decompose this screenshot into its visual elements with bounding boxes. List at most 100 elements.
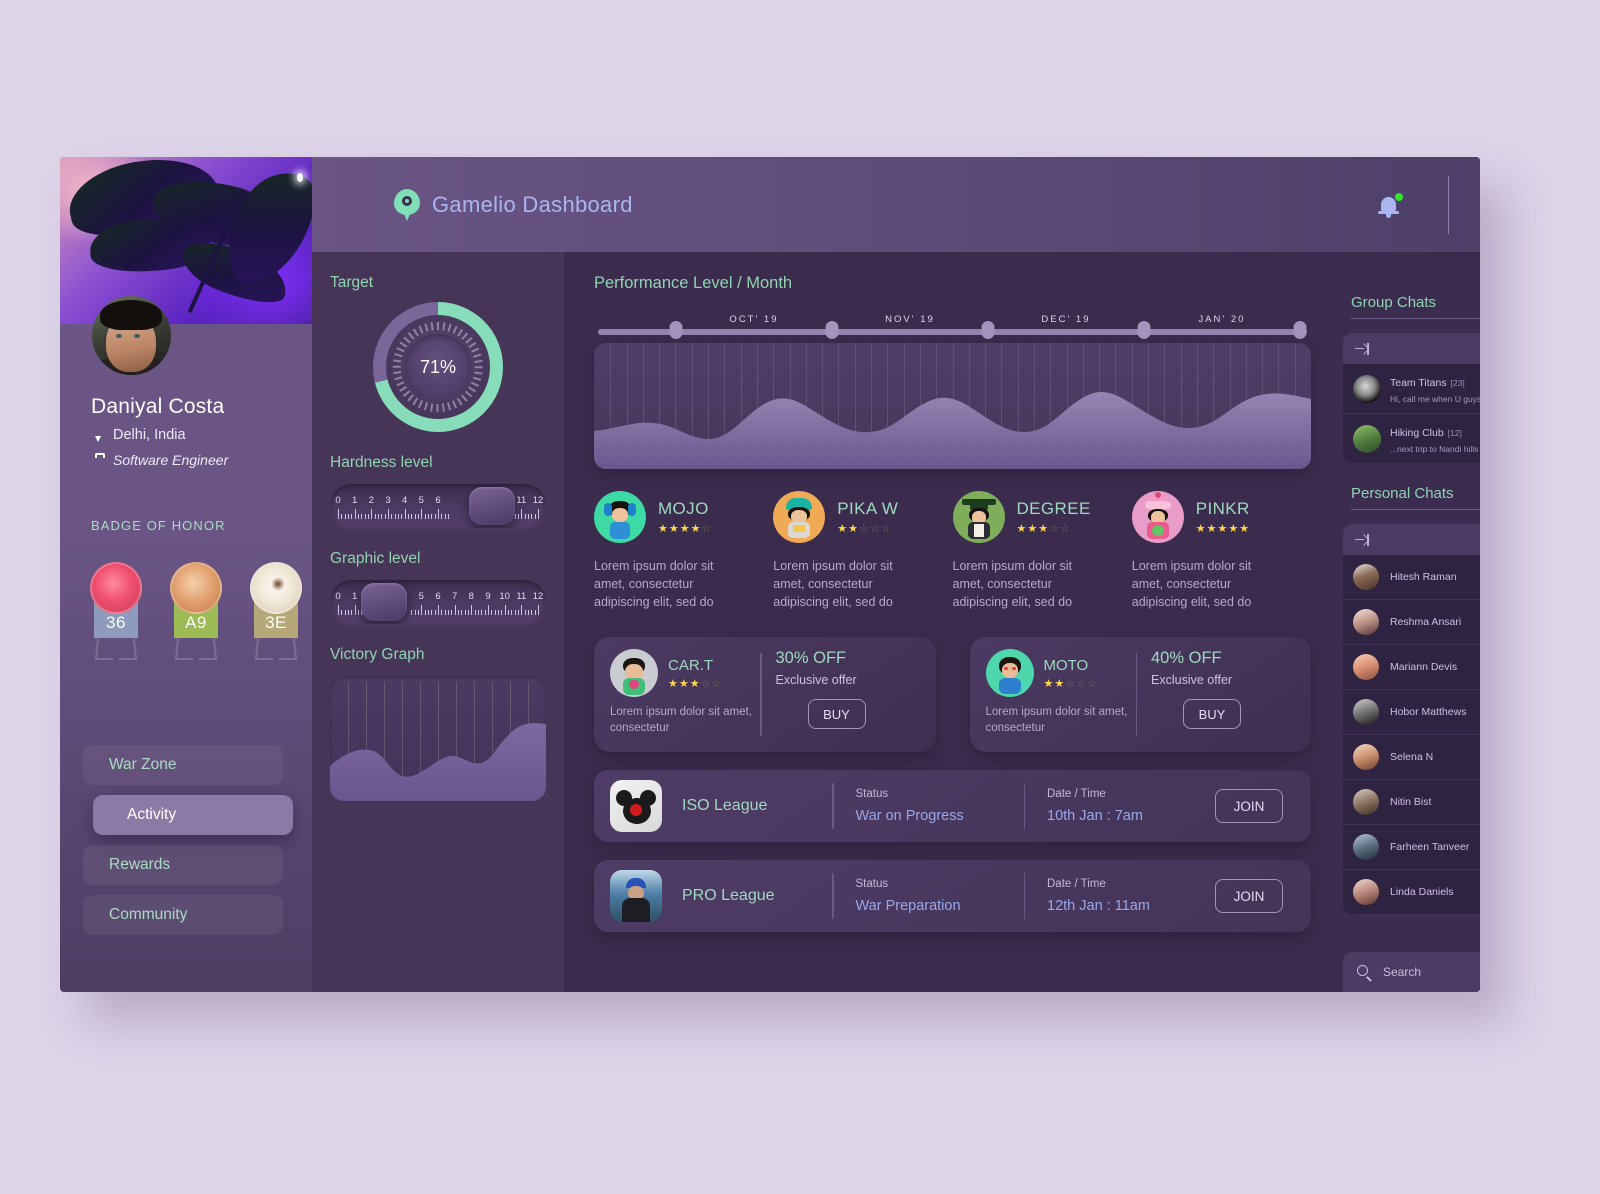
- league-date-value: 12th Jan : 11am: [1047, 898, 1150, 915]
- badge-flower-icon: [90, 562, 142, 614]
- character-name: PINKR: [1195, 499, 1250, 518]
- contact-avatar: [1353, 654, 1379, 680]
- group-chat-item[interactable]: Hiking Club [12] ...next trip to Nandi hil…: [1343, 414, 1480, 463]
- hardness-slider[interactable]: 0 1 2 3 4 5 6 11 12: [330, 484, 546, 528]
- league-status-value: War Preparation: [855, 898, 961, 915]
- avatar-hair: [100, 300, 162, 330]
- group-chat-name: Team Titans: [1390, 377, 1447, 389]
- character-header: MOJO ★★★★☆: [594, 491, 773, 543]
- buy-button[interactable]: BUY: [1183, 699, 1241, 730]
- contact-name: Reshma Ansari: [1390, 616, 1462, 628]
- sidebar-item-community[interactable]: Community: [83, 895, 283, 935]
- personal-chat-item[interactable]: Nitin Bist6:34: [1343, 780, 1480, 825]
- character-card[interactable]: MOJO ★★★★☆ Lorem ipsum dolor sit amet, con…: [594, 491, 773, 611]
- bell-icon: [1378, 197, 1399, 218]
- chat-search-box[interactable]: Search: [1343, 952, 1480, 992]
- notification-button[interactable]: [1374, 190, 1404, 220]
- slider-tick-label: 4: [402, 495, 408, 506]
- character-name: DEGREE: [1016, 499, 1091, 518]
- league-row-iso[interactable]: ISO League Status War on Progress Date /…: [594, 770, 1311, 843]
- slider-tick-label: 2: [368, 495, 374, 506]
- badge-flower-icon: [250, 562, 302, 614]
- slider-tick-label: 0: [335, 591, 341, 602]
- timeline-marker[interactable]: [981, 321, 995, 339]
- character-card[interactable]: PINKR ★★★★★ Lorem ipsum dolor sit amet, co…: [1131, 491, 1311, 611]
- contact-name: Farheen Tanveer: [1390, 841, 1470, 853]
- offer-deal: 40% OFF Exclusive offer BUY: [1151, 649, 1295, 740]
- performance-title: Performance Level / Month: [594, 274, 793, 292]
- character-card[interactable]: PIKA W ★★☆☆☆ Lorem ipsum dolor sit amet, c…: [773, 491, 952, 611]
- group-chat-text: Team Titans[23] Hi, call me when U guys s…: [1390, 373, 1480, 404]
- league-status: Status War on Progress: [834, 788, 1024, 824]
- chat-panel: Group Chats (2) Team Titans[23] Hi, call …: [1335, 272, 1480, 992]
- timeline-month-label: OCT' 19: [729, 314, 779, 325]
- badge-ribbon-tail: [174, 638, 218, 658]
- group-chat-item[interactable]: Team Titans[23] Hi, call me when U guys s…: [1343, 364, 1480, 414]
- offer-subtitle: Exclusive offer: [1151, 673, 1233, 688]
- timeline-marker[interactable]: [669, 321, 683, 339]
- buy-button[interactable]: BUY: [807, 699, 866, 730]
- contact-avatar: [1353, 789, 1379, 815]
- personal-chat-item[interactable]: Mariann Devis1:03: [1343, 645, 1480, 690]
- offer-card-moto[interactable]: MOTO ★★☆☆☆ Lorem ipsum dolor sit amet, c…: [969, 637, 1311, 753]
- top-bar-actions: [1374, 175, 1481, 234]
- collapse-arrow-icon[interactable]: [1355, 533, 1369, 546]
- notification-badge-dot: [1394, 192, 1403, 201]
- divider: [1135, 653, 1137, 737]
- league-status: Status War Preparation: [834, 878, 1024, 914]
- offer-name-block: MOTO ★★☆☆☆: [1044, 657, 1098, 690]
- join-button[interactable]: JOIN: [1215, 789, 1283, 824]
- timeline-marker[interactable]: [1137, 321, 1151, 339]
- league-status-label: Status: [855, 878, 889, 891]
- content-row: Target 71% Hardness level 0 1 2 3 4 5 6 11 12: [312, 252, 1480, 992]
- character-card[interactable]: DEGREE ★★★☆☆ Lorem ipsum dolor sit amet, c…: [952, 491, 1132, 611]
- character-rating-stars: ★★★★☆: [658, 523, 713, 535]
- character-header: DEGREE ★★★☆☆: [952, 491, 1132, 543]
- hardness-slider-knob[interactable]: [469, 487, 515, 525]
- league-row-pro[interactable]: PRO League Status War Preparation Date /…: [594, 860, 1311, 933]
- profile-role-text: Software Engineer: [113, 452, 229, 468]
- slider-tick-label: 0: [335, 495, 341, 506]
- badge-item[interactable]: 36: [90, 562, 142, 638]
- join-button[interactable]: JOIN: [1215, 879, 1283, 914]
- contact-name: Selena N: [1390, 751, 1434, 763]
- personal-chat-item[interactable]: Selena N5:45: [1343, 735, 1480, 780]
- dashboard-window: Daniyal Costa Delhi, India Software Engi…: [60, 157, 1480, 992]
- offer-description: Lorem ipsum dolor sit amet, consectetur: [610, 706, 752, 734]
- personal-chat-item[interactable]: Hitesh Raman4:56: [1343, 555, 1480, 600]
- chat-search-placeholder: Search: [1383, 965, 1422, 979]
- sidebar-item-war-zone[interactable]: War Zone: [83, 745, 283, 785]
- timeline-marker[interactable]: [825, 321, 839, 339]
- sidebar-item-activity[interactable]: Activity: [93, 795, 293, 835]
- victory-chart: [330, 676, 546, 801]
- collapse-arrow-icon[interactable]: [1355, 342, 1369, 355]
- contact-name: Hitesh Raman: [1390, 571, 1457, 583]
- badge-item[interactable]: 3E: [250, 562, 302, 638]
- contact-name: Nitin Bist: [1390, 796, 1432, 808]
- location-pin-icon: [91, 427, 105, 443]
- graphic-slider-block: Graphic level 0 1 5 6 7 8 9 10 11 12: [330, 550, 546, 624]
- league-datetime: Date / Time 12th Jan : 11am: [1025, 878, 1215, 914]
- character-name-block: MOJO ★★★★☆: [658, 499, 712, 535]
- league-status-label: Status: [855, 788, 889, 801]
- personal-chat-item[interactable]: Linda Daniels9:34: [1343, 870, 1480, 915]
- offer-card-cart[interactable]: CAR.T ★★★☆☆ Lorem ipsum dolor sit amet, …: [594, 637, 936, 753]
- gauge-percent: 71%: [405, 334, 471, 400]
- personal-chat-item[interactable]: Farheen Tanveer10:08: [1343, 825, 1480, 870]
- graphic-slider-knob[interactable]: [361, 583, 407, 621]
- slider-tick-label: 7: [452, 591, 458, 602]
- slider-tick-label: 1: [352, 495, 358, 506]
- character-name-block: DEGREE ★★★☆☆: [1017, 499, 1091, 535]
- timeline-marker[interactable]: [1293, 321, 1307, 339]
- personal-chat-item[interactable]: Hobor Matthews3:46: [1343, 690, 1480, 735]
- stats-panel: Target 71% Hardness level 0 1 2 3 4 5 6 11 12: [312, 252, 564, 992]
- graphic-slider[interactable]: 0 1 5 6 7 8 9 10 11 12: [330, 580, 546, 624]
- badge-item[interactable]: A9: [170, 562, 222, 638]
- avatar[interactable]: [92, 296, 171, 375]
- personal-chat-item[interactable]: Reshma Ansari10:34: [1343, 600, 1480, 645]
- timeline-month-label: JAN' 20: [1198, 314, 1246, 325]
- offer-rating-stars: ★★★☆☆: [668, 677, 723, 690]
- hardness-label: Hardness level: [330, 454, 433, 471]
- sidebar-item-rewards[interactable]: Rewards: [83, 845, 283, 885]
- slider-tick-label: 10: [499, 591, 510, 602]
